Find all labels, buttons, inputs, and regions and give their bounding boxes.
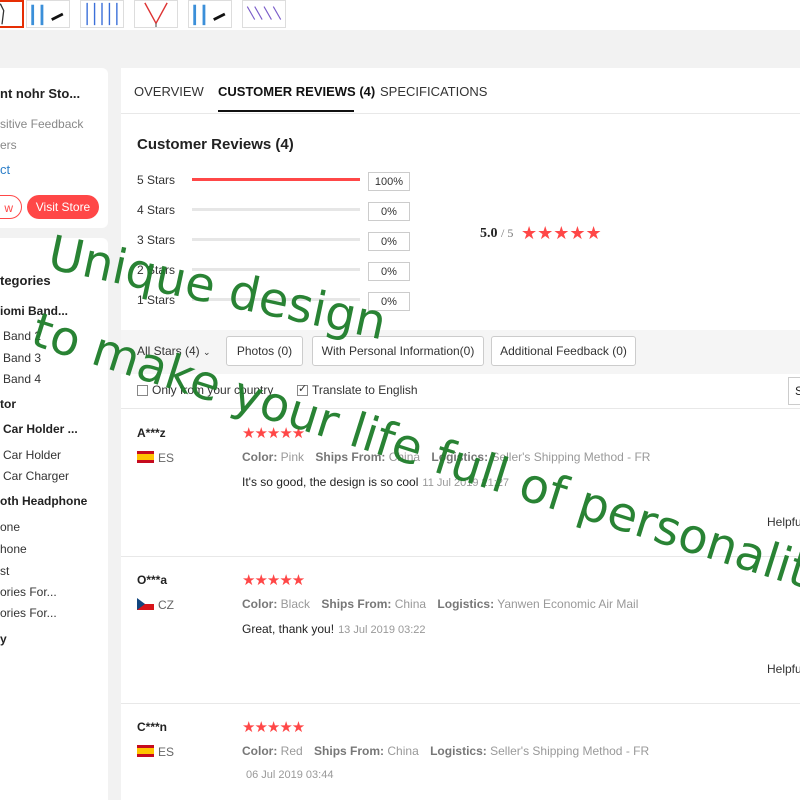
color-label: Color: — [242, 744, 278, 758]
ships-from-value: China — [387, 744, 419, 758]
review-star-rating: ★★★★★ — [242, 572, 305, 589]
review-star-rating: ★★★★★ — [242, 719, 305, 736]
review-date: 06 Jul 2019 03:44 — [246, 769, 334, 781]
spain-flag-icon — [137, 451, 154, 463]
average-rating-scale: / 5 — [501, 226, 514, 240]
color-value: Pink — [280, 450, 305, 464]
thumbnail-strip — [0, 0, 800, 30]
store-name[interactable]: nt nohr Sto... — [0, 86, 80, 101]
category-item[interactable]: tor — [0, 397, 16, 411]
category-item[interactable]: ories For... — [0, 585, 57, 599]
logistics-value: Seller's Shipping Method - FR — [490, 744, 650, 758]
rating-percent: 0% — [368, 262, 410, 281]
color-value: Red — [280, 744, 303, 758]
category-item[interactable]: Car Holder ... — [3, 422, 78, 436]
category-item[interactable]: Band 4 — [3, 372, 41, 386]
helpful-button[interactable]: Helpfu — [767, 662, 800, 676]
product-thumbnail[interactable] — [134, 0, 178, 28]
product-thumbnail[interactable] — [80, 0, 124, 28]
ships-from-label: Ships From: — [321, 597, 392, 611]
store-positive-feedback: sitive Feedback — [0, 117, 84, 131]
average-star-rating: ★★★★★ — [521, 223, 602, 243]
sort-dropdown[interactable]: S — [788, 377, 800, 405]
divider — [121, 703, 800, 704]
rating-percent: 100% — [368, 172, 410, 191]
rating-percent: 0% — [368, 202, 410, 221]
category-item[interactable]: ories For... — [0, 606, 57, 620]
average-rating: 5.0 / 5 — [480, 226, 513, 242]
rating-row-label[interactable]: 5 Stars — [137, 173, 175, 187]
logistics-label: Logistics: — [437, 597, 495, 611]
reviewer-country: CZ — [158, 598, 174, 612]
reviewer-country: ES — [158, 451, 175, 465]
rating-row-label[interactable]: 4 Stars — [137, 203, 175, 217]
color-label: Color: — [242, 597, 278, 611]
ships-from-value: China — [394, 597, 427, 611]
category-item[interactable]: y — [0, 632, 7, 646]
store-followers: ers — [0, 138, 17, 152]
rating-bar — [192, 208, 360, 211]
review-body: Great, thank you! — [242, 622, 335, 636]
category-item[interactable]: hone — [0, 542, 27, 556]
reviews-section-title: Customer Reviews (4) — [137, 136, 294, 153]
reviewer-name: C***n — [137, 720, 168, 734]
active-tab-indicator — [218, 110, 354, 112]
product-thumbnail[interactable] — [26, 0, 70, 28]
czech-flag-icon — [137, 598, 154, 610]
color-label: Color: — [242, 450, 278, 464]
color-value: Black — [280, 597, 311, 611]
tab-customer-reviews[interactable]: CUSTOMER REVIEWS (4) — [218, 84, 375, 99]
contact-link[interactable]: ct — [0, 162, 10, 177]
spain-flag-icon — [137, 745, 154, 757]
category-item[interactable]: Car Charger — [3, 469, 69, 483]
review-attributes: Color: Black Ships From: China Logistics… — [242, 597, 638, 611]
tab-overview[interactable]: OVERVIEW — [134, 84, 204, 99]
categories-title: tegories — [0, 273, 51, 288]
logistics-label: Logistics: — [430, 744, 487, 758]
review-date: 13 Jul 2019 03:22 — [338, 624, 426, 636]
product-thumbnail[interactable] — [0, 0, 24, 28]
additional-feedback-filter-button[interactable]: Additional Feedback (0) — [491, 336, 636, 366]
reviewer-name: A***z — [137, 426, 166, 440]
rating-bar-fill — [192, 178, 360, 181]
product-thumbnail[interactable] — [188, 0, 232, 28]
category-item[interactable]: one — [0, 520, 20, 534]
tab-specifications[interactable]: SPECIFICATIONS — [380, 84, 487, 99]
reviewer-country: ES — [158, 745, 175, 759]
category-item[interactable]: st — [0, 564, 9, 578]
photos-filter-button[interactable]: Photos (0) — [226, 336, 303, 366]
average-rating-value: 5.0 — [480, 226, 498, 241]
helpful-button[interactable]: Helpfu — [767, 515, 800, 529]
category-item[interactable]: Car Holder — [3, 448, 61, 462]
category-item[interactable]: oth Headphone — [0, 494, 87, 508]
review-body: It's so good, the design is so cool — [242, 475, 419, 489]
product-thumbnail[interactable] — [242, 0, 286, 28]
review-text: Great, thank you! 13 Jul 2019 03:22 — [242, 622, 426, 636]
reviewer-name: O***a — [137, 573, 168, 587]
ships-from-label: Ships From: — [314, 744, 385, 758]
logistics-value: Yanwen Economic Air Mail — [497, 597, 639, 611]
rating-bar — [192, 178, 360, 181]
rating-percent: 0% — [368, 232, 410, 251]
visit-store-button[interactable]: Visit Store — [27, 195, 99, 219]
review-attributes: Color: Red Ships From: China Logistics: … — [242, 744, 649, 758]
rating-bar — [192, 238, 360, 241]
